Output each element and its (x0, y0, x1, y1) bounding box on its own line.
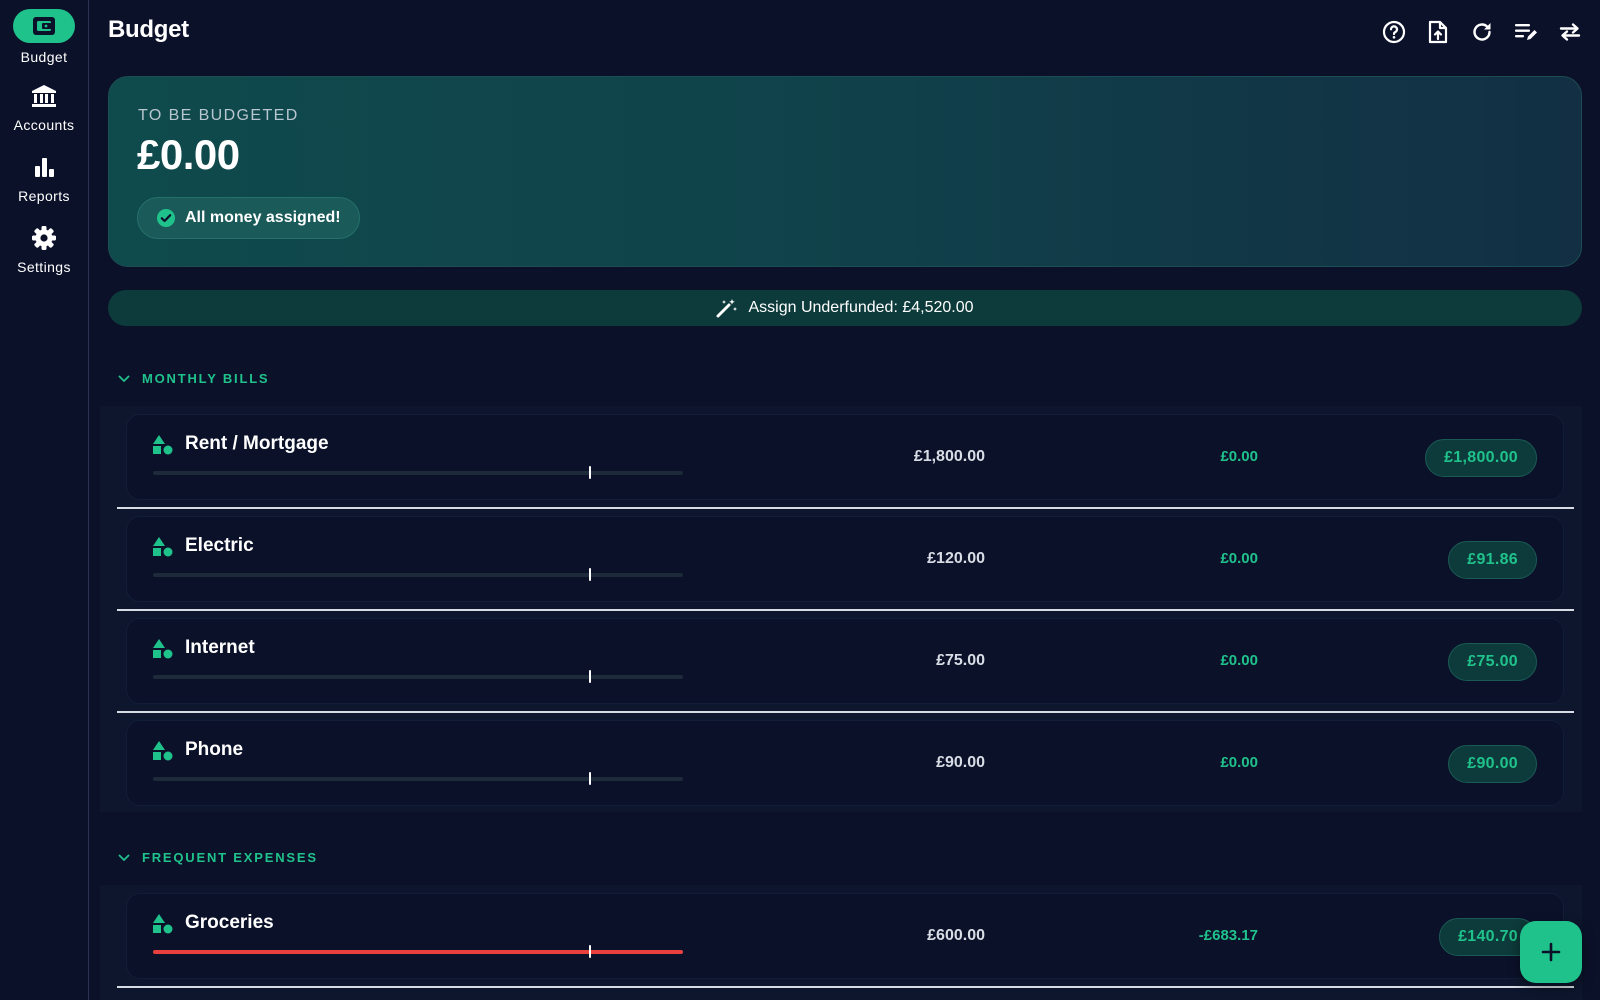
edit-list-icon (1515, 24, 1537, 40)
category-shapes-icon (153, 537, 173, 557)
magic-wand-icon (716, 299, 738, 318)
sidebar-label-accounts: Accounts (13, 117, 75, 133)
swap-icon (1559, 23, 1581, 41)
group-header-monthly-bills[interactable]: MONTHLY BILLS (118, 371, 269, 386)
row-divider (117, 711, 1574, 713)
category-shapes-icon (153, 741, 173, 761)
group-header-frequent-expenses[interactable]: FREQUENT EXPENSES (118, 850, 318, 865)
progress-fill (153, 950, 683, 954)
plus-icon (1541, 942, 1561, 962)
activity-amount: -£683.17 (1198, 927, 1258, 944)
progress-marker (589, 466, 591, 479)
budgeted-amount[interactable]: £600.00 (927, 927, 985, 945)
sidebar-item-accounts[interactable]: Accounts (0, 81, 88, 133)
assign-underfunded-button[interactable]: Assign Underfunded: £4,520.00 (108, 290, 1582, 326)
help-button[interactable] (1382, 14, 1406, 50)
activity-amount: £0.00 (1220, 550, 1258, 567)
to-be-budgeted-label: TO BE BUDGETED (138, 107, 299, 124)
progress-bar (153, 670, 683, 683)
group-name: MONTHLY BILLS (142, 371, 270, 386)
progress-marker (589, 568, 591, 581)
group-name: FREQUENT EXPENSES (142, 850, 318, 865)
help-icon (1382, 20, 1406, 44)
category-row-groceries[interactable]: Groceries £600.00 -£683.17 £140.70 (126, 893, 1564, 979)
activity-amount: £0.00 (1220, 448, 1258, 465)
category-shapes-icon (153, 435, 173, 455)
edit-list-button[interactable] (1514, 14, 1538, 50)
sidebar-item-reports[interactable]: Reports (0, 152, 88, 204)
status-text: All money assigned! (185, 209, 341, 226)
sidebar: Budget Accounts Reports Settings (0, 0, 89, 1000)
file-upload-icon (1428, 20, 1448, 44)
row-divider (117, 609, 1574, 611)
to-be-budgeted-amount: £0.00 (137, 131, 240, 178)
sidebar-label-reports: Reports (18, 188, 70, 204)
progress-bar (153, 772, 683, 785)
app: Budget Accounts Reports Settings Budget … (0, 0, 1600, 1000)
category-name: Rent / Mortgage (185, 433, 329, 454)
category-shapes-icon (153, 639, 173, 659)
category-shapes-icon (153, 914, 173, 934)
add-transaction-button[interactable] (1520, 921, 1582, 983)
activity-amount: £0.00 (1220, 652, 1258, 669)
page-title: Budget (108, 16, 189, 43)
available-badge[interactable]: £1,800.00 (1425, 439, 1537, 477)
sidebar-item-settings[interactable]: Settings (0, 223, 88, 275)
budgeted-amount[interactable]: £90.00 (936, 754, 985, 772)
group-frequent-expenses: Groceries £600.00 -£683.17 £140.70 (100, 885, 1582, 1000)
gear-icon (32, 226, 56, 250)
available-badge[interactable]: £91.86 (1448, 541, 1537, 579)
progress-marker (589, 772, 591, 785)
category-name: Phone (185, 739, 244, 760)
refresh-button[interactable] (1470, 14, 1494, 50)
budgeted-amount[interactable]: £75.00 (936, 652, 985, 670)
bank-icon (32, 85, 56, 107)
available-badge[interactable]: £75.00 (1448, 643, 1537, 681)
progress-bar (153, 945, 683, 958)
active-pill (13, 9, 75, 43)
category-name: Internet (185, 637, 255, 658)
swap-button[interactable] (1558, 14, 1582, 50)
category-name: Electric (185, 535, 254, 556)
assign-underfunded-label: Assign Underfunded: £4,520.00 (748, 299, 974, 316)
budgeted-amount[interactable]: £120.00 (927, 550, 985, 568)
category-row-phone[interactable]: Phone £90.00 £0.00 £90.00 (126, 720, 1564, 806)
progress-marker (589, 945, 591, 958)
status-badge: All money assigned! (137, 197, 360, 239)
progress-bar (153, 568, 683, 581)
category-row-rent-mortgage[interactable]: Rent / Mortgage £1,800.00 £0.00 £1,800.0… (126, 414, 1564, 500)
refresh-icon (1473, 23, 1491, 41)
sidebar-label-budget: Budget (20, 49, 68, 65)
progress-marker (589, 670, 591, 683)
export-button[interactable] (1426, 14, 1450, 50)
activity-amount: £0.00 (1220, 754, 1258, 771)
group-monthly-bills: Rent / Mortgage £1,800.00 £0.00 £1,800.0… (100, 406, 1582, 812)
category-row-electric[interactable]: Electric £120.00 £0.00 £91.86 (126, 516, 1564, 602)
chevron-down-icon (118, 375, 130, 382)
verified-check-icon (157, 209, 175, 227)
row-divider (117, 507, 1574, 509)
category-row-internet[interactable]: Internet £75.00 £0.00 £75.00 (126, 618, 1564, 704)
sidebar-item-budget[interactable]: Budget (0, 9, 88, 65)
progress-bar (153, 466, 683, 479)
available-badge[interactable]: £90.00 (1448, 745, 1537, 783)
wallet-icon (33, 17, 55, 35)
to-be-budgeted-card: TO BE BUDGETED £0.00 All money assigned! (108, 76, 1582, 267)
row-divider (117, 986, 1574, 988)
toolbar (1382, 14, 1582, 50)
bar-chart-icon (35, 158, 54, 177)
budgeted-amount[interactable]: £1,800.00 (914, 448, 985, 466)
sidebar-label-settings: Settings (17, 259, 71, 275)
chevron-down-icon (118, 854, 130, 861)
category-name: Groceries (185, 912, 274, 933)
